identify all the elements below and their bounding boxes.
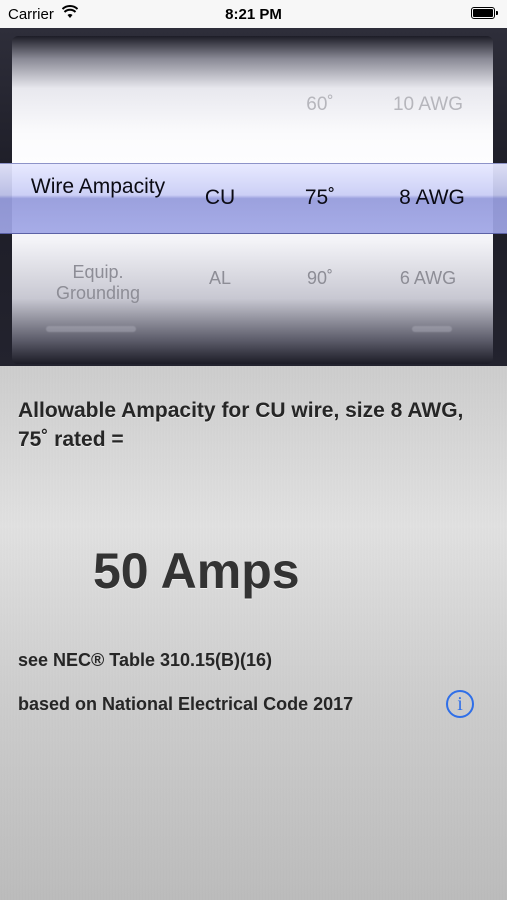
selected-wire-type[interactable]: Wire Ampacity bbox=[28, 174, 168, 199]
battery-icon bbox=[471, 7, 498, 19]
faded-row-item bbox=[46, 326, 136, 332]
picker-col-size[interactable]: 10 AWG bbox=[372, 94, 484, 116]
picker-selection-bar[interactable]: Wire Ampacity CU 75˚ 8 AWG bbox=[0, 163, 507, 234]
picker-col-type[interactable]: Equip. Grounding bbox=[28, 262, 168, 304]
picker-col-material[interactable]: AL bbox=[182, 268, 258, 289]
picker-col-size[interactable]: 6 AWG bbox=[372, 268, 484, 289]
code-basis: based on National Electrical Code 2017 bbox=[18, 694, 354, 714]
selected-temperature[interactable]: 75˚ bbox=[272, 186, 368, 210]
status-time: 8:21 PM bbox=[225, 6, 282, 23]
selected-wire-size[interactable]: 8 AWG bbox=[372, 186, 492, 210]
selected-material[interactable]: CU bbox=[182, 186, 258, 210]
faded-row-item bbox=[412, 326, 452, 332]
result-panel: Allowable Ampacity for CU wire, size 8 A… bbox=[0, 366, 507, 900]
ampacity-value: 50 Amps bbox=[93, 543, 300, 599]
status-bar: Carrier 8:21 PM bbox=[0, 0, 507, 28]
picker-col-temperature[interactable]: 90˚ bbox=[272, 268, 368, 289]
info-icon[interactable]: i bbox=[446, 690, 474, 718]
nec-reference: see NEC® Table 310.15(B)(16) bbox=[18, 650, 273, 670]
result-description: Allowable Ampacity for CU wire, size 8 A… bbox=[18, 399, 464, 451]
picker-col-temperature[interactable]: 60˚ bbox=[272, 94, 368, 116]
